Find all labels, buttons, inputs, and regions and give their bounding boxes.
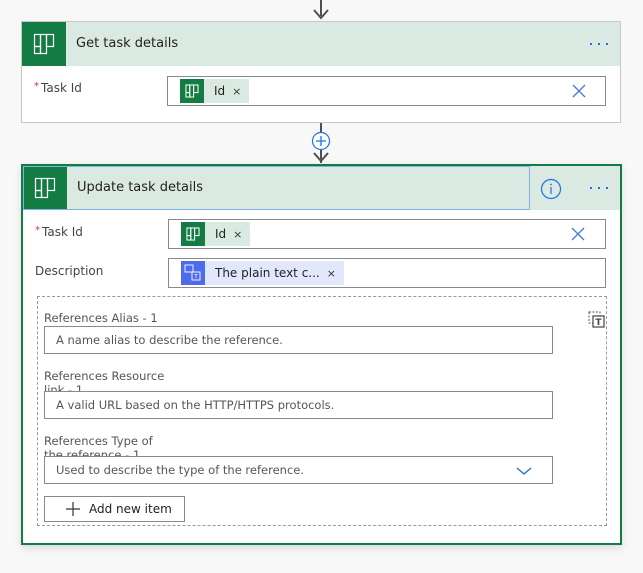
- close-icon[interactable]: [570, 226, 586, 242]
- references-array: T References Alias - 1 A name alias to d…: [37, 296, 607, 526]
- remove-token-icon[interactable]: ×: [233, 228, 242, 241]
- references-resource-input[interactable]: A valid URL based on the HTTP/HTTPS prot…: [44, 391, 553, 419]
- token-label: The plain text c...: [215, 266, 320, 280]
- description-field[interactable]: T The plain text c... ×: [168, 258, 606, 288]
- card-header[interactable]: Get task details: [22, 22, 620, 66]
- add-new-item-button[interactable]: Add new item: [44, 496, 185, 522]
- task-id-label: * Task Id: [34, 81, 82, 95]
- plus-icon: [66, 502, 80, 516]
- remove-token-icon[interactable]: ×: [232, 85, 241, 98]
- token-label: Id: [215, 227, 227, 241]
- close-icon[interactable]: [571, 83, 587, 99]
- planner-icon: [22, 22, 66, 66]
- task-id-label: * Task Id: [35, 225, 83, 239]
- ellipsis-icon[interactable]: [585, 166, 613, 210]
- card-title: Get task details: [76, 36, 179, 51]
- update-task-details-card: Update task details * Task Id Id × Descri…: [21, 164, 622, 545]
- description-label: Description: [35, 264, 104, 278]
- task-id-field[interactable]: Id ×: [168, 219, 606, 249]
- planner-icon: [181, 222, 205, 246]
- card-header[interactable]: Update task details: [23, 166, 620, 210]
- ellipsis-icon[interactable]: [585, 22, 613, 66]
- planner-icon: [180, 79, 204, 103]
- planner-icon: [23, 166, 67, 210]
- add-new-item-label: Add new item: [89, 502, 172, 516]
- card-title[interactable]: Update task details: [77, 166, 203, 210]
- references-alias-label: References Alias - 1: [44, 311, 158, 325]
- svg-text:T: T: [595, 318, 602, 328]
- task-id-field[interactable]: Id ×: [167, 76, 606, 106]
- arrow-down-icon: [313, 9, 329, 20]
- chevron-down-icon[interactable]: [515, 465, 533, 477]
- info-icon[interactable]: [540, 178, 562, 200]
- plus-circle-icon[interactable]: [311, 131, 331, 151]
- remove-token-icon[interactable]: ×: [327, 267, 336, 280]
- svg-text:T: T: [193, 274, 198, 281]
- get-task-details-card: Get task details * Task Id Id ×: [21, 21, 621, 123]
- references-alias-input[interactable]: A name alias to describe the reference.: [44, 326, 553, 354]
- dynamic-content-token[interactable]: Id ×: [181, 222, 251, 246]
- data-operation-icon: T: [181, 261, 205, 285]
- switch-to-text-icon[interactable]: T: [588, 311, 606, 329]
- references-type-dropdown[interactable]: Used to describe the type of the referen…: [44, 456, 553, 484]
- token-label: Id: [214, 84, 226, 98]
- dynamic-content-token[interactable]: T The plain text c... ×: [181, 261, 344, 285]
- dynamic-content-token[interactable]: Id ×: [180, 79, 250, 103]
- arrow-down-icon: [313, 152, 329, 163]
